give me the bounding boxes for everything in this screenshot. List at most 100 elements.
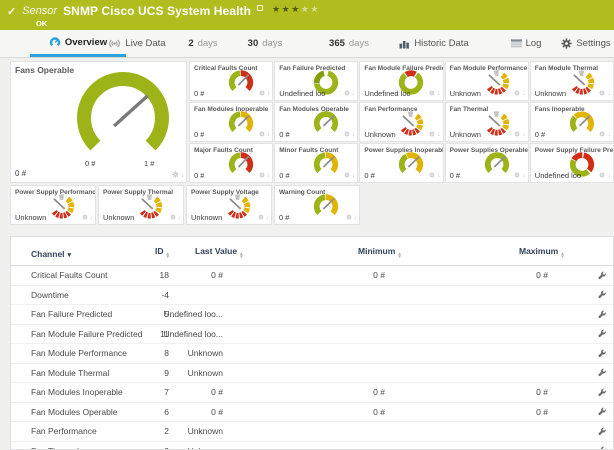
tab-settings[interactable]: Settings xyxy=(558,30,614,57)
pin-icon[interactable]: ↓ xyxy=(437,91,441,97)
priority-star[interactable]: ★ xyxy=(301,4,311,14)
gauges-row-2: Power Supply PerformanceUnknown↓Power Su… xyxy=(10,185,360,225)
pin-icon[interactable]: ↓ xyxy=(267,173,271,179)
pin-icon[interactable]: ↓ xyxy=(522,132,526,138)
pin-icon[interactable]: ↓ xyxy=(352,132,356,138)
needle-gauge xyxy=(311,149,341,179)
channel-settings-button[interactable] xyxy=(594,403,610,422)
gauge-tile-fan-module-thermal[interactable]: Fan Module ThermalUnknown↓ xyxy=(530,61,614,101)
priority-stars[interactable]: ★★★★★ xyxy=(272,4,320,15)
gear-icon[interactable] xyxy=(429,131,435,139)
table-row-downtime: Downtime -4 xyxy=(11,286,613,306)
gear-icon[interactable] xyxy=(429,172,435,180)
gauge-tile-power-supplies-inoperable[interactable]: Power Supplies Inoperable0 #↓ xyxy=(359,143,443,183)
pin-icon[interactable]: ↓ xyxy=(607,132,611,138)
gear-icon[interactable] xyxy=(429,90,435,98)
gauge-last-value: Unknown xyxy=(364,130,395,139)
pin-icon[interactable]: ↓ xyxy=(437,173,441,179)
gear-icon[interactable] xyxy=(258,214,264,222)
tab-2-days[interactable]: 2days xyxy=(178,30,228,57)
priority-star[interactable]: ★ xyxy=(310,4,320,14)
sort-header-channel[interactable]: Channel▾ xyxy=(31,249,71,259)
priority-star[interactable]: ★ xyxy=(282,4,292,14)
gauge-tile-fan-performance[interactable]: Fan PerformanceUnknown↓ xyxy=(359,102,443,142)
gauge-tile-fan-modules-operable[interactable]: Fan Modules Operable0 #↓ xyxy=(274,102,358,142)
channel-settings-button[interactable] xyxy=(594,305,610,324)
gauge-tile-fans-inoperable[interactable]: Fans Inoperable0 #↓ xyxy=(530,102,614,142)
gauge-tile-warning-count[interactable]: Warning Count0 #↓ xyxy=(274,185,360,225)
pin-icon[interactable]: ↓ xyxy=(267,91,271,97)
gauge-tile-fan-modules-inoperable[interactable]: Fan Modules Inoperable0 #↓ xyxy=(189,102,273,142)
needle-gauge xyxy=(135,191,165,221)
channel-name: Fan Performance xyxy=(31,422,97,441)
pin-icon[interactable]: ↓ xyxy=(522,91,526,97)
gauge-tile-critical-faults-count[interactable]: Critical Faults Count0 #↓ xyxy=(189,61,273,101)
gear-icon[interactable] xyxy=(599,90,605,98)
gear-icon[interactable] xyxy=(170,214,176,222)
tab-live-data[interactable]: Live Data xyxy=(102,30,172,57)
pin-icon[interactable]: ↓ xyxy=(266,215,270,221)
tab-365-days[interactable]: 365days xyxy=(318,30,380,57)
needle-gauge xyxy=(311,191,341,221)
gauge-tile-fan-failure-predicted[interactable]: Fan Failure PredictedUndefined lookup v↓ xyxy=(274,61,358,101)
tab-bar: OverviewLive Data2days30days365daysHisto… xyxy=(0,30,614,58)
gauge-tile-power-supplies-operable[interactable]: Power Supplies Operable0 #↓ xyxy=(445,143,529,183)
gear-icon[interactable] xyxy=(259,90,265,98)
channel-settings-button[interactable] xyxy=(594,442,610,450)
gear-icon[interactable] xyxy=(259,172,265,180)
gauge-tile-power-supply-thermal[interactable]: Power Supply ThermalUnknown↓ xyxy=(98,185,184,225)
channel-settings-button[interactable] xyxy=(594,344,610,363)
channel-settings-button[interactable] xyxy=(594,325,610,344)
channel-settings-button[interactable] xyxy=(594,266,610,285)
gear-icon[interactable] xyxy=(82,214,88,222)
gear-icon[interactable] xyxy=(344,90,350,98)
pin-icon[interactable]: ↓ xyxy=(607,173,611,179)
priority-star[interactable]: ★ xyxy=(272,4,282,14)
sort-icon: ▴▾ xyxy=(398,253,401,259)
pin-icon[interactable]: ↓ xyxy=(352,173,356,179)
gauge-tile-fan-module-failure-predicted[interactable]: Fan Module Failure PredictedUndefined lo… xyxy=(359,61,443,101)
gear-icon[interactable] xyxy=(514,172,520,180)
gauge-tile-power-supply-performance[interactable]: Power Supply PerformanceUnknown↓ xyxy=(10,185,96,225)
gear-icon[interactable] xyxy=(259,131,265,139)
tab-log[interactable]: Log xyxy=(504,30,548,57)
gear-icon[interactable] xyxy=(514,131,520,139)
sort-header-last-value[interactable]: Last Value▴▾ xyxy=(195,246,243,259)
gauge-tile-major-faults-count[interactable]: Major Faults Count0 #↓ xyxy=(189,143,273,183)
sort-header-minimum[interactable]: Minimum▴▾ xyxy=(358,246,401,259)
sort-header-maximum[interactable]: Maximum▴▾ xyxy=(519,246,564,259)
pin-icon[interactable]: ↓ xyxy=(607,91,611,97)
pin-icon[interactable]: ↓ xyxy=(354,215,358,221)
channel-settings-button[interactable] xyxy=(594,422,610,441)
channel-settings-button[interactable] xyxy=(594,286,610,305)
gear-icon[interactable] xyxy=(344,172,350,180)
channel-settings-button[interactable] xyxy=(594,383,610,402)
gear-icon[interactable] xyxy=(346,214,352,222)
gear-icon[interactable] xyxy=(514,90,520,98)
gauge-tile-fan-thermal[interactable]: Fan ThermalUnknown↓ xyxy=(445,102,529,142)
tab-historic-data[interactable]: Historic Data xyxy=(394,30,474,57)
pin-icon[interactable]: ↓ xyxy=(522,173,526,179)
gauge-tile-minor-faults-count[interactable]: Minor Faults Count0 #↓ xyxy=(274,143,358,183)
gear-icon[interactable] xyxy=(172,171,179,180)
gauge-tile-fan-module-performance[interactable]: Fan Module PerformanceUnknown↓ xyxy=(445,61,529,101)
channel-id: -4 xyxy=(121,286,169,305)
gauge-tile-fans-operable[interactable]: Fans Operable 0 # 1 # 0 # ↓ xyxy=(10,61,187,183)
channel-last-value: Unknown xyxy=(111,344,223,363)
pin-icon[interactable]: ↓ xyxy=(437,132,441,138)
gear-icon[interactable] xyxy=(344,131,350,139)
priority-star[interactable]: ★ xyxy=(291,4,301,14)
gauge-tile-power-supply-failure-predicted[interactable]: Power Supply Failure PredictedUndefined … xyxy=(530,143,614,183)
tab-30-days[interactable]: 30days xyxy=(238,30,292,57)
channel-name: Downtime xyxy=(31,286,69,305)
gear-icon[interactable] xyxy=(599,131,605,139)
gauge-tile-power-supply-voltage[interactable]: Power Supply VoltageUnknown↓ xyxy=(186,185,272,225)
gear-icon[interactable] xyxy=(599,172,605,180)
pin-icon[interactable]: ↓ xyxy=(352,91,356,97)
pin-icon[interactable]: ↓ xyxy=(267,132,271,138)
pin-icon[interactable]: ↓ xyxy=(90,215,94,221)
channel-settings-button[interactable] xyxy=(594,364,610,383)
pin-icon[interactable]: ↓ xyxy=(181,173,185,179)
sort-header-id[interactable]: ID▴▾ xyxy=(121,246,169,259)
pin-icon[interactable]: ↓ xyxy=(178,215,182,221)
